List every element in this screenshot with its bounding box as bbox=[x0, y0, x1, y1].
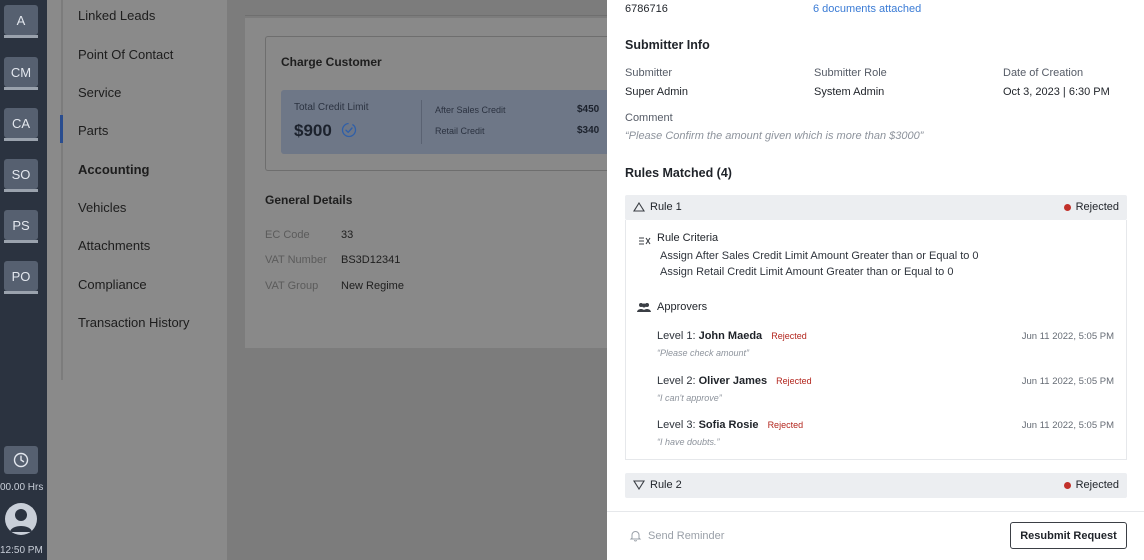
hours-counter: 00.00 Hrs bbox=[0, 482, 44, 493]
resubmit-request-button[interactable]: Resubmit Request bbox=[1010, 522, 1127, 549]
rules-matched-heading: Rules Matched (4) bbox=[625, 166, 732, 180]
approver-level-1: Level 1: John Maeda Rejected bbox=[657, 330, 807, 342]
retail-credit-label: Retail Credit bbox=[435, 126, 485, 136]
rail-button-ps[interactable]: PS bbox=[4, 210, 38, 243]
nav-item-service[interactable]: Service bbox=[78, 85, 121, 100]
credit-limit-panel: Total Credit Limit $900 After Sales Cred… bbox=[281, 90, 608, 154]
rail-button-ca[interactable]: CA bbox=[4, 108, 38, 141]
vat-number-label: VAT Number bbox=[265, 254, 327, 266]
rule-2-name: Rule 2 bbox=[650, 479, 682, 491]
clock-icon bbox=[13, 452, 29, 468]
rule-1-header[interactable]: Rule 1 Rejected bbox=[625, 195, 1127, 220]
app-rail: A CM CA SO PS PO 00.00 Hrs 12:50 PM bbox=[0, 0, 47, 560]
nav-item-transaction-history[interactable]: Transaction History bbox=[78, 315, 190, 330]
rule-2-status: Rejected bbox=[1075, 479, 1119, 491]
rule-criteria-heading: Rule Criteria bbox=[657, 232, 719, 244]
approver-name: Sofia Rosie bbox=[698, 419, 759, 431]
retail-credit-value: $340 bbox=[577, 125, 600, 136]
verified-icon bbox=[341, 122, 357, 138]
credit-divider bbox=[421, 100, 422, 144]
approver-note: “I have doubts.” bbox=[657, 437, 720, 447]
collapse-up-icon bbox=[633, 202, 645, 212]
approver-level-label: Level 3: bbox=[657, 419, 696, 431]
rejected-status-dot bbox=[1064, 204, 1071, 211]
bell-icon bbox=[629, 531, 642, 542]
vat-number-value: BS3D12341 bbox=[341, 254, 401, 266]
submitter-role-label: Submitter Role bbox=[814, 67, 887, 79]
user-icon bbox=[10, 509, 32, 532]
date-of-creation-value: Oct 3, 2023 | 6:30 PM bbox=[1003, 86, 1110, 98]
approver-status: Rejected bbox=[771, 331, 807, 341]
approvers-icon bbox=[637, 303, 651, 312]
nav-divider bbox=[61, 0, 63, 380]
clock-button[interactable] bbox=[4, 446, 38, 474]
approver-level-label: Level 2: bbox=[657, 375, 696, 387]
nav-item-compliance[interactable]: Compliance bbox=[78, 277, 147, 292]
current-time: 12:50 PM bbox=[0, 545, 43, 556]
approver-status: Rejected bbox=[776, 376, 812, 386]
submitter-role-value: System Admin bbox=[814, 86, 885, 98]
rule-1-name: Rule 1 bbox=[650, 201, 682, 213]
comment-label: Comment bbox=[625, 112, 673, 124]
approver-name: Oliver James bbox=[698, 375, 768, 387]
approver-level-3: Level 3: Sofia Rosie Rejected bbox=[657, 419, 803, 431]
nav-item-linked-leads[interactable]: Linked Leads bbox=[78, 8, 155, 23]
nav-item-vehicles[interactable]: Vehicles bbox=[78, 200, 126, 215]
approver-status: Rejected bbox=[767, 420, 804, 430]
ec-code-label: EC Code bbox=[265, 229, 310, 241]
send-reminder-label: Send Reminder bbox=[648, 529, 725, 542]
nav-item-accounting[interactable]: Accounting bbox=[78, 162, 150, 177]
after-sales-credit-value: $450 bbox=[577, 104, 600, 115]
expand-down-icon bbox=[633, 480, 645, 490]
divider bbox=[245, 15, 607, 16]
rule-criteria-icon bbox=[639, 237, 651, 245]
approver-note: “I can't approve” bbox=[657, 393, 722, 403]
send-reminder-button[interactable]: Send Reminder bbox=[629, 529, 724, 542]
submitter-value: Super Admin bbox=[625, 86, 688, 98]
rule-criteria-line: Assign After Sales Credit Limit Amount G… bbox=[660, 250, 979, 262]
charge-customer-box: Charge Customer Total Credit Limit $900 … bbox=[265, 36, 608, 171]
approver-level-2: Level 2: Oliver James Rejected bbox=[657, 375, 812, 387]
submitter-label: Submitter bbox=[625, 67, 673, 79]
rejected-status-dot bbox=[1064, 482, 1071, 489]
submitter-info-heading: Submitter Info bbox=[625, 38, 710, 52]
nav-item-parts[interactable]: Parts bbox=[78, 123, 108, 138]
date-of-creation-label: Date of Creation bbox=[1003, 67, 1084, 79]
total-credit-label: Total Credit Limit bbox=[294, 102, 369, 113]
nav-active-indicator bbox=[60, 115, 63, 143]
approvers-heading: Approvers bbox=[657, 301, 708, 313]
accounting-card: Charge Customer Total Credit Limit $900 … bbox=[245, 18, 608, 348]
rail-button-a[interactable]: A bbox=[4, 5, 38, 38]
total-credit-value: $900 bbox=[294, 121, 332, 140]
nav-item-attachments[interactable]: Attachments bbox=[78, 238, 150, 253]
footer-divider bbox=[607, 511, 1144, 512]
approver-name: John Maeda bbox=[698, 330, 763, 342]
rule-2-header[interactable]: Rule 2 Rejected bbox=[625, 473, 1127, 498]
approver-note: “Please check amount” bbox=[657, 348, 750, 358]
ec-code-value: 33 bbox=[341, 229, 354, 241]
documents-attached-link[interactable]: 6 documents attached bbox=[813, 3, 921, 15]
vat-group-value: New Regime bbox=[341, 280, 404, 292]
section-nav: Linked Leads Point Of Contact Service Pa… bbox=[47, 0, 227, 560]
approver-date: Jun 11 2022, 5:05 PM bbox=[1021, 331, 1114, 342]
rail-button-cm[interactable]: CM bbox=[4, 57, 38, 90]
avatar[interactable] bbox=[5, 503, 37, 535]
rule-criteria-line: Assign Retail Credit Limit Amount Greate… bbox=[660, 266, 954, 278]
rail-button-so[interactable]: SO bbox=[4, 159, 38, 192]
vat-group-label: VAT Group bbox=[265, 280, 319, 292]
approval-detail-panel: 6786716 6 documents attached Submitter I… bbox=[607, 0, 1144, 560]
general-details-title: General Details bbox=[265, 193, 353, 207]
rule-1-status: Rejected bbox=[1075, 201, 1119, 213]
reference-number: 6786716 bbox=[625, 3, 668, 15]
approver-date: Jun 11 2022, 5:05 PM bbox=[1021, 420, 1114, 431]
approver-level-label: Level 1: bbox=[657, 330, 696, 342]
charge-customer-title: Charge Customer bbox=[281, 55, 382, 69]
after-sales-credit-label: After Sales Credit bbox=[435, 105, 506, 115]
main-content: Charge Customer Total Credit Limit $900 … bbox=[227, 0, 608, 560]
rail-button-po[interactable]: PO bbox=[4, 261, 38, 294]
comment-text: “Please Confirm the amount given which i… bbox=[625, 130, 924, 142]
nav-item-point-of-contact[interactable]: Point Of Contact bbox=[78, 47, 173, 62]
approver-date: Jun 11 2022, 5:05 PM bbox=[1021, 376, 1114, 387]
